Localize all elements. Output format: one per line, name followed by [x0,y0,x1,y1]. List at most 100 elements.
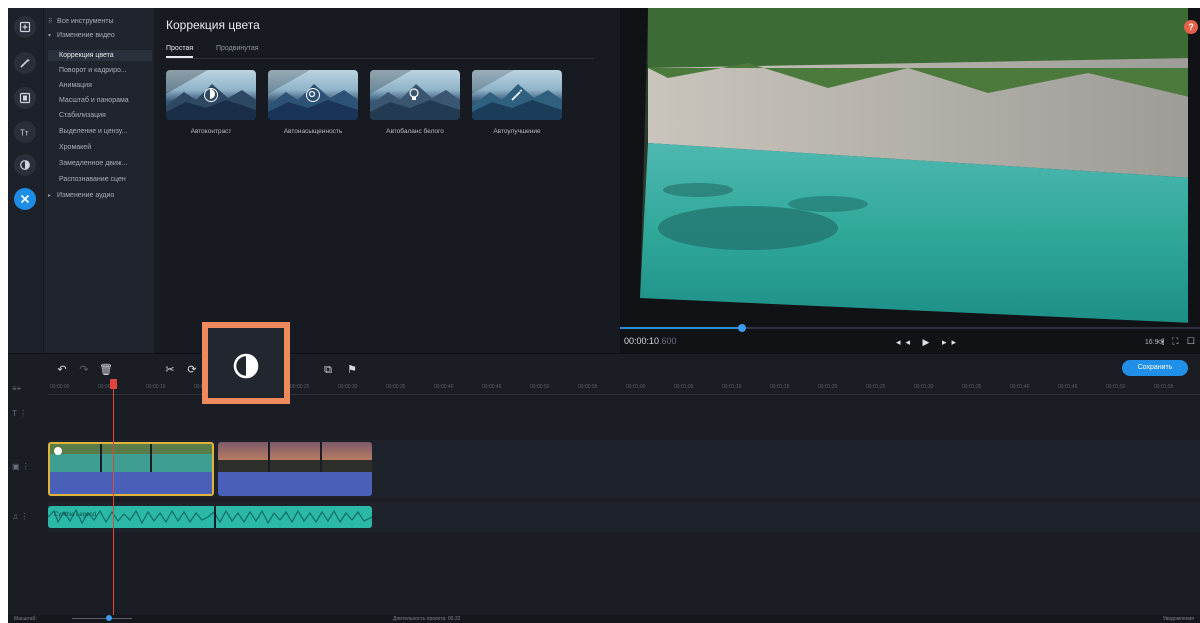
tool-label: Анимация [59,82,92,89]
tool-label: Масштаб и панорама [59,97,129,104]
saturation-icon [306,88,320,102]
preset-thumbnail [166,70,256,120]
tool-label: Все инструменты [57,18,114,25]
video-track-icon: ▣ ⋮ [12,462,30,471]
tool-animation[interactable]: Анимация [48,80,152,91]
playhead-handle[interactable] [110,379,117,389]
preview-seekbar[interactable] [620,324,1200,332]
audio-clip[interactable]: Cynthia Legend [48,506,372,528]
preset-auto-contrast[interactable]: Автоконтраст [166,70,256,135]
undo-icon[interactable]: ↶ [54,362,70,378]
ruler-tick-label: 00:01:30 [914,384,934,390]
ruler-tick-label: 00:00:40 [434,384,454,390]
titles-icon[interactable]: Tт [14,121,36,143]
preset-label: Автоконтраст [190,128,232,135]
project-duration: Длительность проекта: 00:32 [393,616,461,622]
add-track-icon[interactable]: ≡+ [12,384,21,393]
ruler-tick-label: 00:01:35 [962,384,982,390]
video-clip-sunset[interactable] [218,442,372,496]
tools-group-video[interactable]: ▾ Изменение видео [48,30,152,41]
tools-all-header[interactable]: ⠿ Все инструменты [48,16,152,27]
tool-slow-motion[interactable]: Замедленное движ... [48,158,152,169]
help-button[interactable]: ? [1184,20,1198,34]
ruler-tick-label: 00:00:25 [290,384,310,390]
magic-icon[interactable] [14,52,36,74]
tab-simple[interactable]: Простая [166,45,194,58]
preset-auto-enhance[interactable]: Автоулучшение [472,70,562,135]
save-button[interactable]: Сохранить [1122,360,1188,376]
tools-list: ⠿ Все инструменты ▾ Изменение видео Коррек… [44,8,154,353]
preset-label: Автобаланс белого [386,128,444,135]
ruler-tick-label: 00:00:00 [50,384,70,390]
tool-label: Изменение аудио [57,192,115,199]
contrast-icon[interactable] [233,353,259,379]
preset-auto-saturation[interactable]: Автонасыщенность [268,70,358,135]
preview-volume-fullscreen-icons[interactable]: ◁ ⛶ ☐ [1157,336,1198,347]
rotate-icon[interactable]: ⟳ [184,362,200,378]
preset-label: Автоулучшение [493,128,541,135]
tool-label: Изменение видео [57,32,115,39]
filters-icon[interactable] [14,87,36,109]
scale-label: Масштаб: [14,616,37,622]
timecode-ms: .600 [659,336,677,346]
video-clip-selected[interactable] [48,442,214,496]
tools-icon[interactable] [14,188,36,210]
timeline: ↶ ↷ 🗑 ✂ ⟳ ⧉ ⚑ Сохранить ≡+ 00:00:00 00:00… [8,353,1200,616]
magic-wand-icon [510,88,524,102]
tool-highlight-censor[interactable]: Выделение и цензу... [48,126,152,137]
tool-stabilization[interactable]: Стабилизация [48,110,152,121]
tool-rotate-crop[interactable]: Поворот и кадриро... [48,65,152,76]
tool-category-bar: Tт [8,8,43,353]
ruler-tick-label: 00:01:55 [1154,384,1174,390]
panel-tabs: Простая Продвинутая [166,45,594,59]
tools-group-audio[interactable]: ▸ Изменение аудио [48,190,152,201]
import-icon[interactable] [14,16,36,38]
transitions-icon[interactable] [14,154,36,176]
tool-scene-detection[interactable]: Распознавание сцен [48,174,152,185]
preset-label: Автонасыщенность [283,128,343,135]
scale-slider-handle[interactable] [106,615,112,621]
audio-track-icon: ♫ ⋮ [12,512,29,521]
tool-chroma-key[interactable]: Хромакей [48,142,152,153]
ruler-tick-label: 00:00:10 [146,384,166,390]
preset-thumbnail [268,70,358,120]
status-bar: Масштаб: Длительность проекта: 00:32 Уве… [8,615,1200,623]
ruler-tick-label: 00:01:10 [722,384,742,390]
tab-advanced[interactable]: Продвинутая [216,45,259,52]
preset-thumbnail [370,70,460,120]
color-correction-panel: Коррекция цвета Простая Продвинутая Авто… [154,8,616,353]
tool-label: Выделение и цензу... [59,128,128,135]
svg-text:Tт: Tт [20,129,29,138]
scale-slider[interactable] [72,618,132,619]
preset-auto-white-balance[interactable]: Автобаланс белого [370,70,460,135]
audio-waveform [48,506,372,528]
video-preview-frame[interactable] [628,8,1194,323]
white-balance-icon [408,88,422,102]
tool-color-correction[interactable]: Коррекция цвета [48,50,152,61]
contrast-icon [204,88,218,102]
ruler-tick-label: 00:01:05 [674,384,694,390]
tool-label: Хромакей [59,144,92,151]
ruler-tick-label: 00:00:45 [482,384,502,390]
redo-icon[interactable]: ↷ [76,362,92,378]
playhead[interactable] [110,379,117,616]
ruler-tick-label: 00:01:50 [1106,384,1126,390]
notifications-link[interactable]: Уведомления [1163,616,1194,622]
ruler-tick-label: 00:00:35 [386,384,406,390]
seekbar-handle[interactable] [737,324,746,332]
tool-label: Замедленное движ... [59,160,128,167]
video-clip-thumbnails [50,444,212,494]
preview-timecode: 00:00:10.600 [624,336,677,346]
marker-icon[interactable]: ⚑ [344,362,360,378]
ruler-tick-label: 00:00:55 [578,384,598,390]
tool-pan-zoom[interactable]: Масштаб и панорама [48,95,152,106]
delete-icon[interactable]: 🗑 [98,362,114,378]
preset-thumbnail [472,70,562,120]
crop-icon[interactable]: ⧉ [320,362,336,378]
seekbar-progress [620,327,742,329]
ruler-tick-label: 00:00:50 [530,384,550,390]
transport-controls[interactable]: ◂◂ ▶ ▸▸ [896,337,961,348]
cut-icon[interactable]: ✂ [162,362,178,378]
ruler-tick-label: 00:01:45 [1058,384,1078,390]
video-clip-thumbnails [218,442,372,496]
